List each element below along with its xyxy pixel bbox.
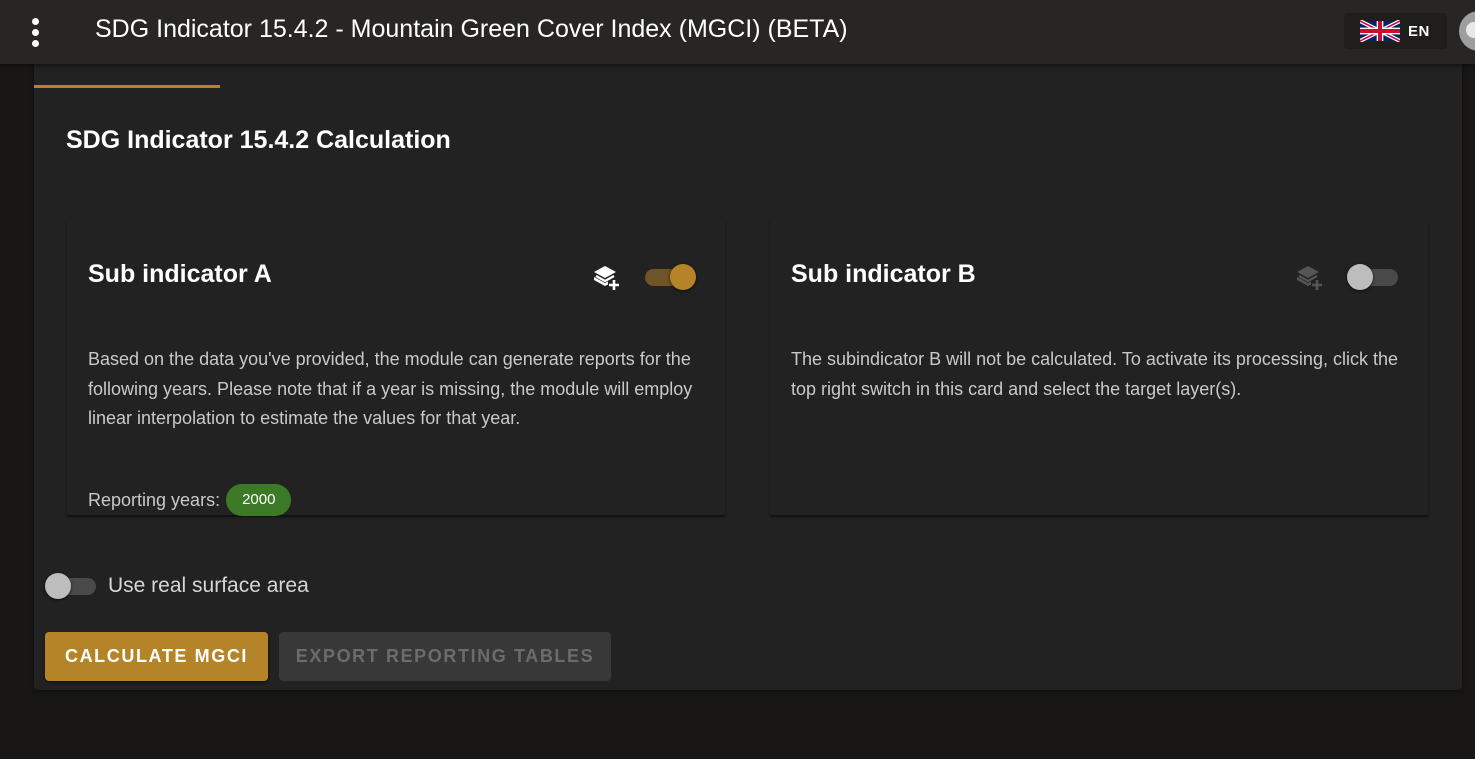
real-surface-row: Use real surface area xyxy=(45,573,309,599)
toggle-thumb xyxy=(45,573,71,599)
calculation-panel: SDG Indicator 15.4.2 Calculation Sub ind… xyxy=(34,40,1462,690)
real-surface-toggle[interactable] xyxy=(45,573,97,599)
subindicator-a-description: Based on the data you've provided, the m… xyxy=(88,349,693,428)
app-title: SDG Indicator 15.4.2 - Mountain Green Co… xyxy=(95,15,848,43)
subindicator-b-card: Sub indicator B The subindicator B will … xyxy=(770,220,1428,515)
language-button[interactable]: EN xyxy=(1344,13,1447,49)
real-surface-label: Use real surface area xyxy=(108,574,309,597)
subindicator-b-description: The subindicator B will not be calculate… xyxy=(791,349,1398,399)
subindicator-b-toggle[interactable] xyxy=(1347,264,1399,290)
menu-dot xyxy=(31,17,39,25)
menu-dot xyxy=(31,28,39,36)
reporting-years-label: Reporting years: xyxy=(88,489,221,510)
layer-plus-icon xyxy=(1297,266,1322,290)
layer-plus-icon[interactable] xyxy=(593,264,621,292)
subindicator-b-title: Sub indicator B xyxy=(791,260,976,288)
subindicator-a-toggle[interactable] xyxy=(644,264,696,290)
subindicator-a-card: Sub indicator A Based on the data you've… xyxy=(67,220,725,516)
menu-dot xyxy=(31,39,39,47)
toggle-thumb xyxy=(670,264,696,290)
active-tab-indicator xyxy=(34,85,220,88)
calculate-mgci-button[interactable]: CALCULATE MGCI xyxy=(45,632,268,681)
avatar-icon[interactable] xyxy=(1459,11,1475,51)
section-title: SDG Indicator 15.4.2 Calculation xyxy=(66,126,451,154)
language-code: EN xyxy=(1408,22,1430,40)
year-chip: 2000 xyxy=(226,484,292,516)
toggle-thumb xyxy=(1347,264,1373,290)
more-vert-icon[interactable] xyxy=(20,12,50,52)
subindicator-a-title: Sub indicator A xyxy=(88,260,272,288)
app-bar: SDG Indicator 15.4.2 - Mountain Green Co… xyxy=(0,0,1475,64)
export-reporting-tables-button[interactable]: EXPORT REPORTING TABLES xyxy=(279,632,611,681)
reporting-years-row: Reporting years: 2000 xyxy=(88,484,292,516)
uk-flag-icon xyxy=(1360,20,1400,42)
